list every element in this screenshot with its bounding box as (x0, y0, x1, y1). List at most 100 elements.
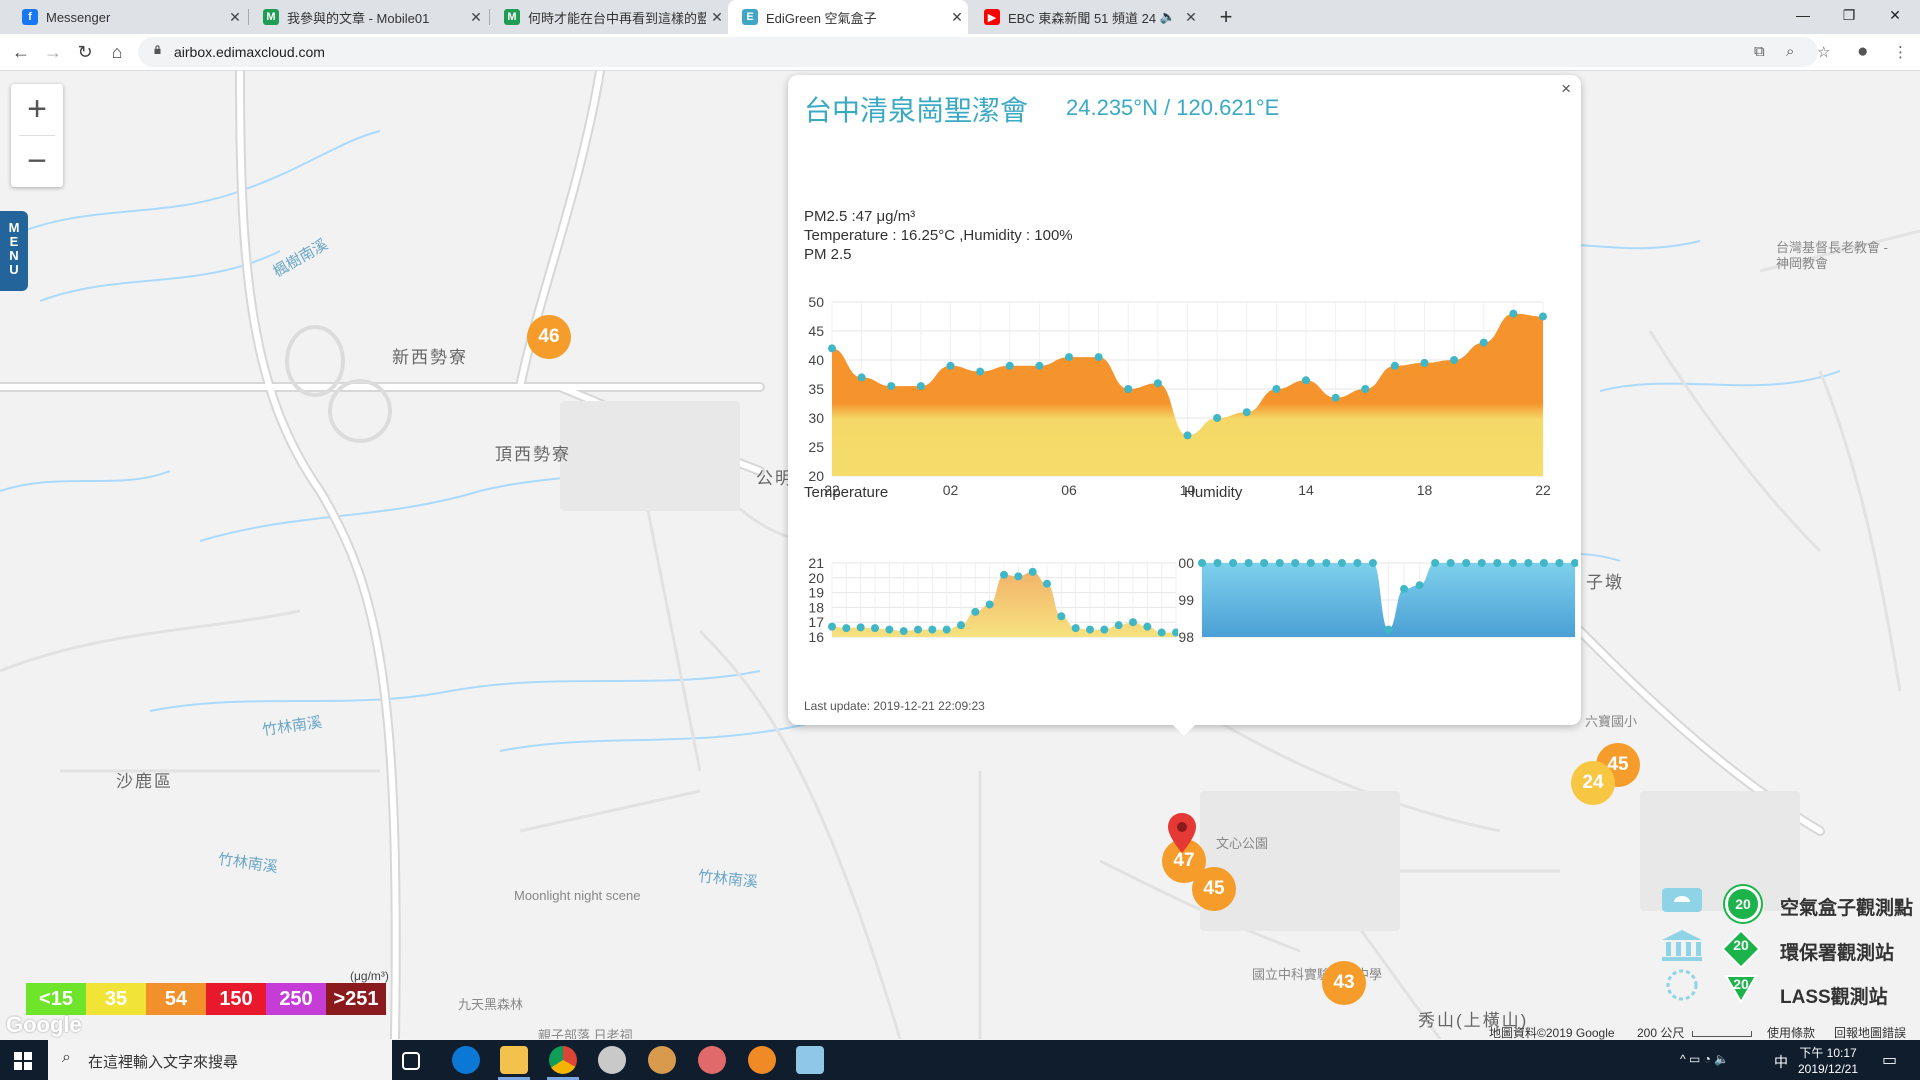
data-point[interactable] (1275, 559, 1284, 567)
profile-avatar-icon[interactable]: ● (1857, 41, 1868, 63)
data-point[interactable] (1242, 408, 1251, 417)
terms-link[interactable]: 使用條款 (1767, 1024, 1815, 1041)
data-point[interactable] (887, 382, 896, 391)
data-point[interactable] (916, 382, 925, 391)
data-point[interactable] (1100, 625, 1109, 634)
data-point[interactable] (1353, 559, 1362, 567)
app-icon-blender[interactable] (748, 1046, 776, 1074)
address-bar[interactable]: airbox.edimaxcloud.com (138, 37, 1818, 67)
data-point[interactable] (1124, 385, 1133, 393)
close-popup-button[interactable]: × (1561, 79, 1571, 99)
data-point[interactable] (971, 607, 980, 616)
airbox-cluster-marker[interactable]: 43 (1322, 961, 1366, 1005)
close-tab-icon[interactable]: ✕ (224, 9, 246, 26)
data-point[interactable] (1086, 625, 1094, 634)
data-point[interactable] (1384, 625, 1393, 634)
data-point[interactable] (1479, 338, 1488, 347)
new-tab-button[interactable]: + (1212, 3, 1240, 31)
data-point[interactable] (1000, 570, 1008, 579)
minimize-icon[interactable]: — (1780, 0, 1826, 30)
data-point[interactable] (842, 624, 851, 633)
chrome-icon[interactable] (549, 1046, 577, 1074)
zoom-out-button[interactable]: − (11, 136, 63, 186)
tab-edigreen[interactable]: E EdiGreen 空氣盒子 ✕ (728, 0, 968, 34)
data-point[interactable] (928, 625, 937, 634)
data-point[interactable] (1431, 559, 1440, 567)
data-point[interactable] (871, 624, 879, 633)
data-point[interactable] (1508, 559, 1517, 567)
app-icon-clock[interactable] (598, 1046, 626, 1074)
data-point[interactable] (957, 621, 965, 630)
back-icon[interactable]: ← (9, 40, 33, 64)
data-point[interactable] (1094, 353, 1103, 362)
translate-icon[interactable]: ⧉ (1754, 43, 1765, 60)
zoom-icon[interactable]: ⌕ (1786, 43, 1794, 60)
data-point[interactable] (1035, 361, 1044, 370)
data-point[interactable] (1005, 361, 1014, 370)
windows-start-icon[interactable] (14, 1052, 32, 1070)
tab-messenger[interactable]: f Messenger ✕ (8, 0, 246, 34)
data-point[interactable] (899, 627, 908, 636)
data-point[interactable] (1477, 559, 1486, 567)
data-point[interactable] (1153, 379, 1162, 388)
data-point[interactable] (1071, 624, 1080, 633)
zoom-in-button[interactable]: + (11, 84, 63, 134)
data-point[interactable] (1260, 559, 1269, 567)
close-tab-icon[interactable]: ✕ (706, 9, 728, 26)
menu-kebab-icon[interactable]: ⋮ (1893, 43, 1908, 61)
data-point[interactable] (828, 344, 836, 353)
data-point[interactable] (1043, 579, 1051, 588)
data-point[interactable] (1361, 385, 1370, 393)
data-point[interactable] (985, 600, 994, 609)
tray-icons[interactable]: ^ ▭ ◔ 🔈 (1680, 1052, 1729, 1066)
close-tab-icon[interactable]: ✕ (465, 9, 487, 26)
close-tab-icon[interactable]: ✕ (946, 9, 968, 26)
speaker-icon[interactable]: 🔈 (1160, 9, 1176, 25)
data-point[interactable] (1462, 559, 1471, 567)
bookmark-star-icon[interactable]: ☆ (1817, 43, 1830, 61)
data-point[interactable] (946, 361, 955, 370)
data-point[interactable] (1014, 572, 1023, 581)
data-point[interactable] (1539, 559, 1548, 567)
data-point[interactable] (1524, 559, 1533, 567)
data-point[interactable] (1368, 559, 1377, 567)
airbox-cluster-marker[interactable]: 45 (1192, 867, 1236, 911)
data-point[interactable] (1446, 559, 1455, 567)
data-point[interactable] (1322, 559, 1331, 567)
data-point[interactable] (1143, 622, 1152, 631)
data-point[interactable] (1157, 628, 1166, 637)
data-point[interactable] (1390, 361, 1399, 370)
task-view-icon[interactable] (402, 1052, 420, 1070)
side-menu-toggle[interactable]: MENU (0, 211, 28, 291)
data-point[interactable] (1198, 559, 1206, 567)
data-point[interactable] (1555, 559, 1564, 567)
data-point[interactable] (1213, 559, 1222, 567)
data-point[interactable] (885, 625, 894, 634)
reload-icon[interactable]: ↻ (73, 40, 97, 64)
data-point[interactable] (857, 373, 866, 382)
close-tab-icon[interactable]: ✕ (1180, 9, 1202, 26)
home-icon[interactable]: ⌂ (105, 40, 129, 64)
data-point[interactable] (1337, 559, 1346, 567)
clock-date[interactable]: 2019/12/21 (1796, 1062, 1860, 1076)
restore-icon[interactable]: ❐ (1826, 0, 1872, 30)
report-map-error-link[interactable]: 回報地圖錯誤 (1834, 1024, 1906, 1041)
app-icon-snipping[interactable] (698, 1046, 726, 1074)
tab-mobile01-bluesky[interactable]: M 何時才能在台中再看到這樣的藍天 ✕ (490, 0, 728, 34)
data-point[interactable] (1450, 356, 1459, 364)
taskbar-search-box[interactable]: ⌕ 在這裡輸入文字來搜尋 (48, 1040, 392, 1080)
tab-ebc-news[interactable]: ▶ EBC 東森新聞 51 頻道 24 小 🔈 ✕ (970, 0, 1202, 34)
app-icon-notepad[interactable] (796, 1046, 824, 1074)
data-point[interactable] (1057, 612, 1066, 621)
data-point[interactable] (1331, 393, 1340, 402)
close-window-icon[interactable]: ✕ (1872, 0, 1918, 30)
forward-icon[interactable]: → (41, 40, 65, 64)
data-point[interactable] (1306, 559, 1315, 567)
data-point[interactable] (1129, 618, 1137, 627)
data-point[interactable] (1400, 584, 1409, 593)
data-point[interactable] (1028, 567, 1037, 576)
airbox-cluster-marker[interactable]: 46 (527, 315, 571, 359)
data-point[interactable] (976, 367, 985, 376)
data-point[interactable] (1415, 581, 1424, 590)
data-point[interactable] (1065, 353, 1073, 362)
